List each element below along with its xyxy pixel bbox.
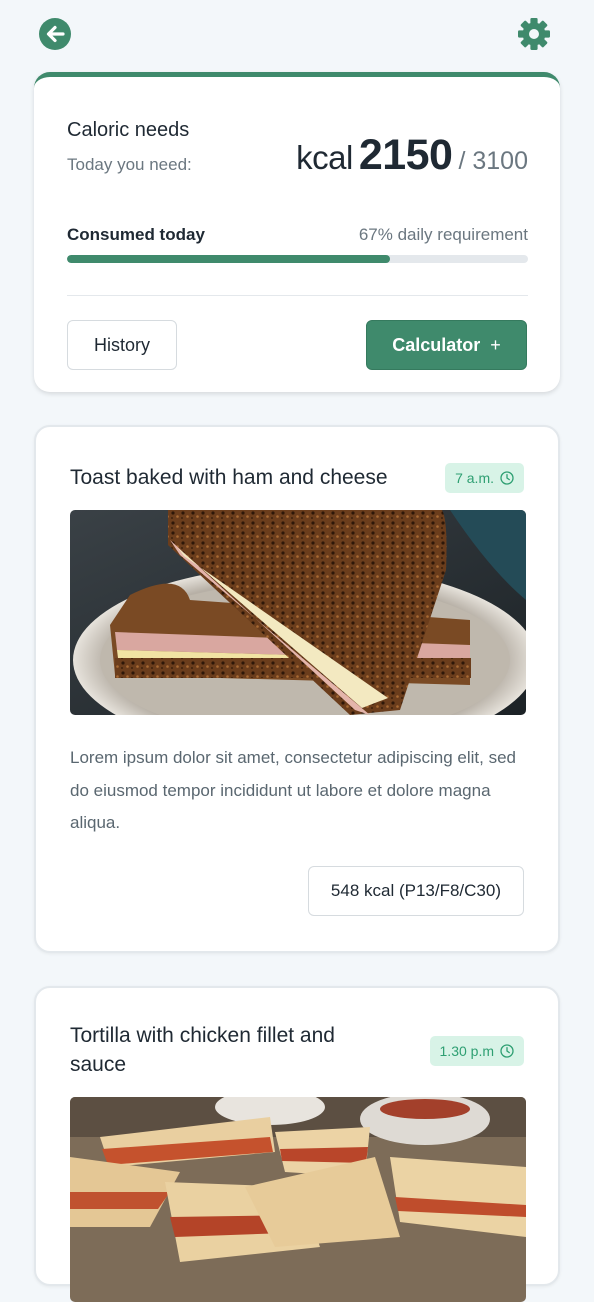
clock-icon	[500, 471, 514, 485]
meal-time: 7 a.m.	[455, 470, 494, 486]
back-button[interactable]	[38, 17, 72, 51]
history-button[interactable]: History	[67, 320, 177, 370]
progress-fill	[67, 255, 390, 263]
gear-icon	[518, 18, 550, 50]
top-bar	[0, 0, 594, 70]
caloric-needs-title: Caloric needs	[67, 119, 190, 141]
caloric-needs-card: Caloric needs Today you need: kcal 2150 …	[34, 72, 560, 392]
kcal-readout: kcal 2150 / 3100	[296, 131, 528, 180]
meal-card[interactable]: Toast baked with ham and cheese 7 a.m. L…	[34, 425, 560, 953]
clock-icon	[500, 1044, 514, 1058]
meal-description: Lorem ipsum dolor sit amet, consectetur …	[70, 748, 516, 832]
meal-kcal-badge: 548 kcal (P13/F8/C30)	[307, 866, 524, 916]
meal-time: 1.30 p.m	[439, 1043, 494, 1059]
today-you-need-label: Today you need:	[67, 155, 192, 174]
meal-time-badge: 1.30 p.m	[429, 1036, 524, 1066]
tortilla-chicken-photo	[70, 1097, 526, 1302]
calculator-button[interactable]: Calculator +	[366, 320, 527, 370]
meal-title: Tortilla with chicken fillet and sauce	[70, 1024, 335, 1076]
settings-button[interactable]	[517, 17, 551, 51]
meal-time-badge: 7 a.m.	[445, 463, 524, 493]
calculator-label: Calculator	[392, 334, 481, 355]
arrow-left-circle-icon	[39, 18, 71, 50]
kcal-unit: kcal	[296, 139, 353, 176]
kcal-needed-value: 2150	[358, 131, 453, 179]
consumption-progress-bar	[67, 255, 528, 263]
consumed-today-label: Consumed today	[67, 225, 205, 244]
plus-icon: +	[490, 334, 501, 355]
kcal-total-value: / 3100	[458, 147, 528, 175]
meal-card[interactable]: Tortilla with chicken fillet and sauce 1…	[34, 986, 560, 1302]
divider	[67, 295, 528, 296]
meal-title: Toast baked with ham and cheese	[70, 466, 388, 489]
daily-requirement-percent: 67% daily requirement	[358, 225, 528, 244]
toast-ham-cheese-photo	[70, 510, 526, 715]
